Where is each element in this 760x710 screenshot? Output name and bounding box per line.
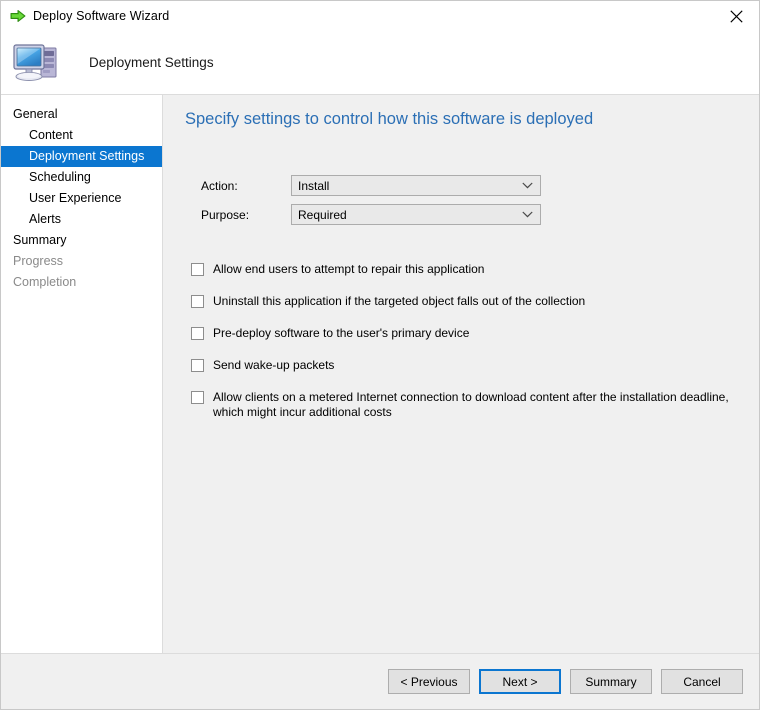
sidebar-item-summary[interactable]: Summary <box>1 230 162 251</box>
green-arrow-icon <box>9 8 27 24</box>
checkbox-allow-repair-label: Allow end users to attempt to repair thi… <box>213 262 485 276</box>
page-header: Deployment Settings <box>1 31 759 95</box>
checkbox-uninstall-out-of-collection[interactable] <box>191 295 204 308</box>
next-button[interactable]: Next > <box>479 669 561 694</box>
checkbox-row[interactable]: Pre-deploy software to the user's primar… <box>191 326 739 341</box>
sidebar-item-progress: Progress <box>13 254 64 268</box>
wizard-step-sidebar: General Content Deployment Settings Sche… <box>1 95 163 653</box>
header-title: Deployment Settings <box>89 55 214 70</box>
checkbox-row[interactable]: Uninstall this application if the target… <box>191 294 739 309</box>
sidebar-item-user-experience[interactable]: User Experience <box>1 188 162 209</box>
action-dropdown[interactable]: Install <box>291 175 541 196</box>
summary-button[interactable]: Summary <box>570 669 652 694</box>
checkbox-row[interactable]: Allow end users to attempt to repair thi… <box>191 262 739 277</box>
checkbox-metered-connection-label: Allow clients on a metered Internet conn… <box>213 390 729 419</box>
window-title: Deploy Software Wizard <box>33 9 170 23</box>
options-checkbox-list: Allow end users to attempt to repair thi… <box>191 262 741 420</box>
sidebar-item-alerts[interactable]: Alerts <box>1 209 162 230</box>
sidebar-item-general[interactable]: General <box>1 104 162 125</box>
page-title: Specify settings to control how this sof… <box>185 110 594 128</box>
deploy-software-wizard-window: Deploy Software Wizard Deployment Settin… <box>0 0 760 710</box>
sidebar-item-content[interactable]: Content <box>1 125 162 146</box>
sidebar-item-completion: Completion <box>13 275 77 289</box>
checkbox-wake-up-packets[interactable] <box>191 359 204 372</box>
purpose-row: Purpose: Required <box>201 204 741 225</box>
action-label: Action: <box>201 178 238 193</box>
purpose-label: Purpose: <box>201 207 250 222</box>
checkbox-pre-deploy-label: Pre-deploy software to the user's primar… <box>213 326 470 340</box>
chevron-down-icon <box>522 176 533 195</box>
checkbox-wake-up-packets-label: Send wake-up packets <box>213 358 335 372</box>
main-content: Specify settings to control how this sof… <box>163 95 759 653</box>
action-row: Action: Install <box>201 175 741 196</box>
settings-form: Action: Install Purpose: Required <box>201 175 741 225</box>
checkbox-row[interactable]: Allow clients on a metered Internet conn… <box>191 390 739 420</box>
checkbox-metered-connection[interactable] <box>191 391 204 404</box>
checkbox-row[interactable]: Send wake-up packets <box>191 358 739 373</box>
cancel-button[interactable]: Cancel <box>661 669 743 694</box>
action-dropdown-value: Install <box>298 178 330 193</box>
sidebar-item-deployment-settings[interactable]: Deployment Settings <box>1 146 162 167</box>
previous-button[interactable]: < Previous <box>388 669 470 694</box>
sidebar-item-scheduling[interactable]: Scheduling <box>1 167 162 188</box>
purpose-dropdown[interactable]: Required <box>291 204 541 225</box>
purpose-dropdown-value: Required <box>298 207 347 222</box>
body-area: General Content Deployment Settings Sche… <box>1 95 759 653</box>
chevron-down-icon <box>522 205 533 224</box>
computer-icon <box>9 37 65 89</box>
wizard-button-bar: < Previous Next > Summary Cancel <box>1 653 759 709</box>
checkbox-uninstall-out-of-collection-label: Uninstall this application if the target… <box>213 294 586 308</box>
checkbox-pre-deploy[interactable] <box>191 327 204 340</box>
title-bar: Deploy Software Wizard <box>1 1 759 31</box>
checkbox-allow-repair[interactable] <box>191 263 204 276</box>
close-icon[interactable] <box>713 1 759 31</box>
